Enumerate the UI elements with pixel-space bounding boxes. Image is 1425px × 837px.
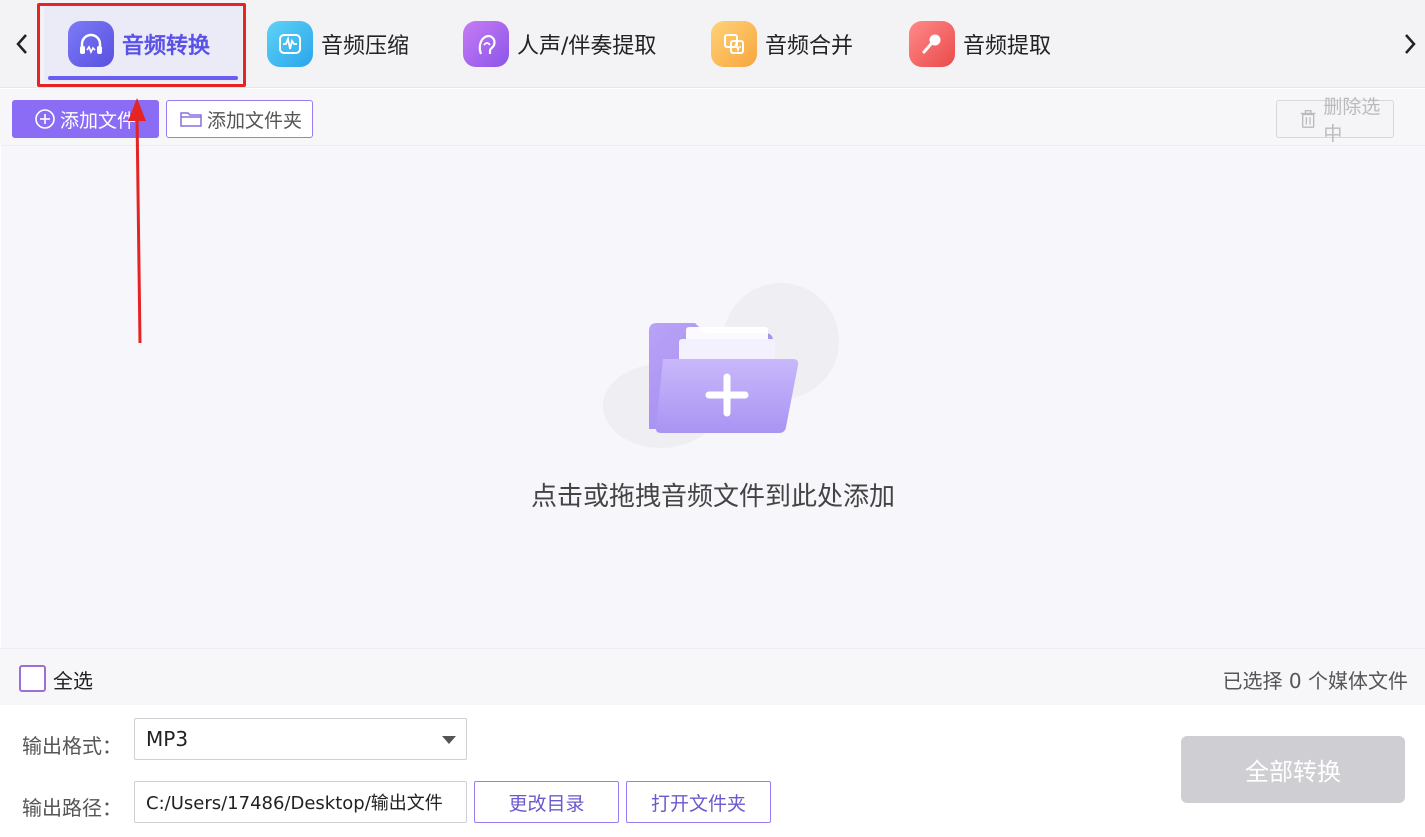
output-format-label: 输出格式： <box>22 734 122 758</box>
delete-selected-label: 删除选中 <box>1323 96 1381 145</box>
tab-label: 音频转换 <box>122 34 211 59</box>
output-path-label: 输出路径： <box>22 796 122 820</box>
tab-label: 音频压缩 <box>321 34 410 59</box>
waveform-icon <box>267 21 313 67</box>
tab-audio-merge[interactable]: 音频合并 <box>711 6 853 82</box>
tab-audio-compress[interactable]: 音频压缩 <box>267 6 409 82</box>
open-folder-label: 打开文件夹 <box>650 792 746 815</box>
output-format-value: MP3 <box>146 727 189 751</box>
tab-label: 人声/伴奏提取 <box>517 34 657 59</box>
microphone-icon <box>909 21 955 67</box>
selection-bar: 全选 已选择 0 个媒体文件 <box>0 648 1425 705</box>
voice-profile-icon <box>463 21 509 67</box>
folder-icon <box>180 112 202 127</box>
select-all-label[interactable]: 全选 <box>53 665 93 694</box>
output-format-select[interactable]: MP3 <box>134 718 467 760</box>
delete-selected-button[interactable]: 删除选中 <box>1276 96 1394 145</box>
change-directory-button[interactable]: 更改目录 <box>474 781 619 823</box>
open-folder-button[interactable]: 打开文件夹 <box>626 781 771 823</box>
output-path-field[interactable]: C:/Users/17486/Desktop/输出文件 <box>134 781 467 823</box>
add-folder-button[interactable]: 添加文件夹 <box>166 100 313 138</box>
add-folder-illustration-icon <box>603 283 839 448</box>
headphones-icon <box>68 21 114 67</box>
add-folder-label: 添加文件夹 <box>207 109 303 132</box>
trash-icon <box>1300 110 1316 128</box>
convert-all-button[interactable]: 全部转换 <box>1181 736 1405 803</box>
convert-all-label: 全部转换 <box>1245 758 1341 786</box>
file-drop-zone[interactable]: 点击或拖拽音频文件到此处添加 <box>1 145 1425 648</box>
change-directory-label: 更改目录 <box>508 792 585 815</box>
file-toolbar: 添加文件 添加文件夹 删除选中 <box>0 89 1425 145</box>
output-settings: 输出格式： MP3 输出路径： C:/Users/17486/Desktop/输… <box>0 705 1425 837</box>
tab-audio-convert[interactable]: 音频转换 <box>44 6 242 82</box>
scroll-left-icon[interactable] <box>10 28 34 60</box>
output-path-value: C:/Users/17486/Desktop/输出文件 <box>146 793 443 814</box>
tab-audio-extract[interactable]: 音频提取 <box>909 6 1051 82</box>
feature-tab-bar: 音频转换 音频压缩 人声/伴奏提取 音频合并 音频提取 <box>0 0 1425 88</box>
selected-count-text: 已选择 0 个媒体文件 <box>1222 669 1408 693</box>
tab-label: 音频提取 <box>963 34 1052 59</box>
tab-label: 音频合并 <box>765 34 854 59</box>
scroll-right-icon[interactable] <box>1398 28 1422 60</box>
select-all-checkbox[interactable] <box>19 665 46 692</box>
dropdown-caret-icon <box>442 736 456 744</box>
add-file-label: 添加文件 <box>60 109 137 132</box>
drop-hint-text: 点击或拖拽音频文件到此处添加 <box>530 482 895 512</box>
tab-vocal-extract[interactable]: 人声/伴奏提取 <box>463 6 656 82</box>
plus-circle-icon <box>35 109 55 129</box>
merge-audio-icon <box>711 21 757 67</box>
add-file-button[interactable]: 添加文件 <box>12 100 159 138</box>
